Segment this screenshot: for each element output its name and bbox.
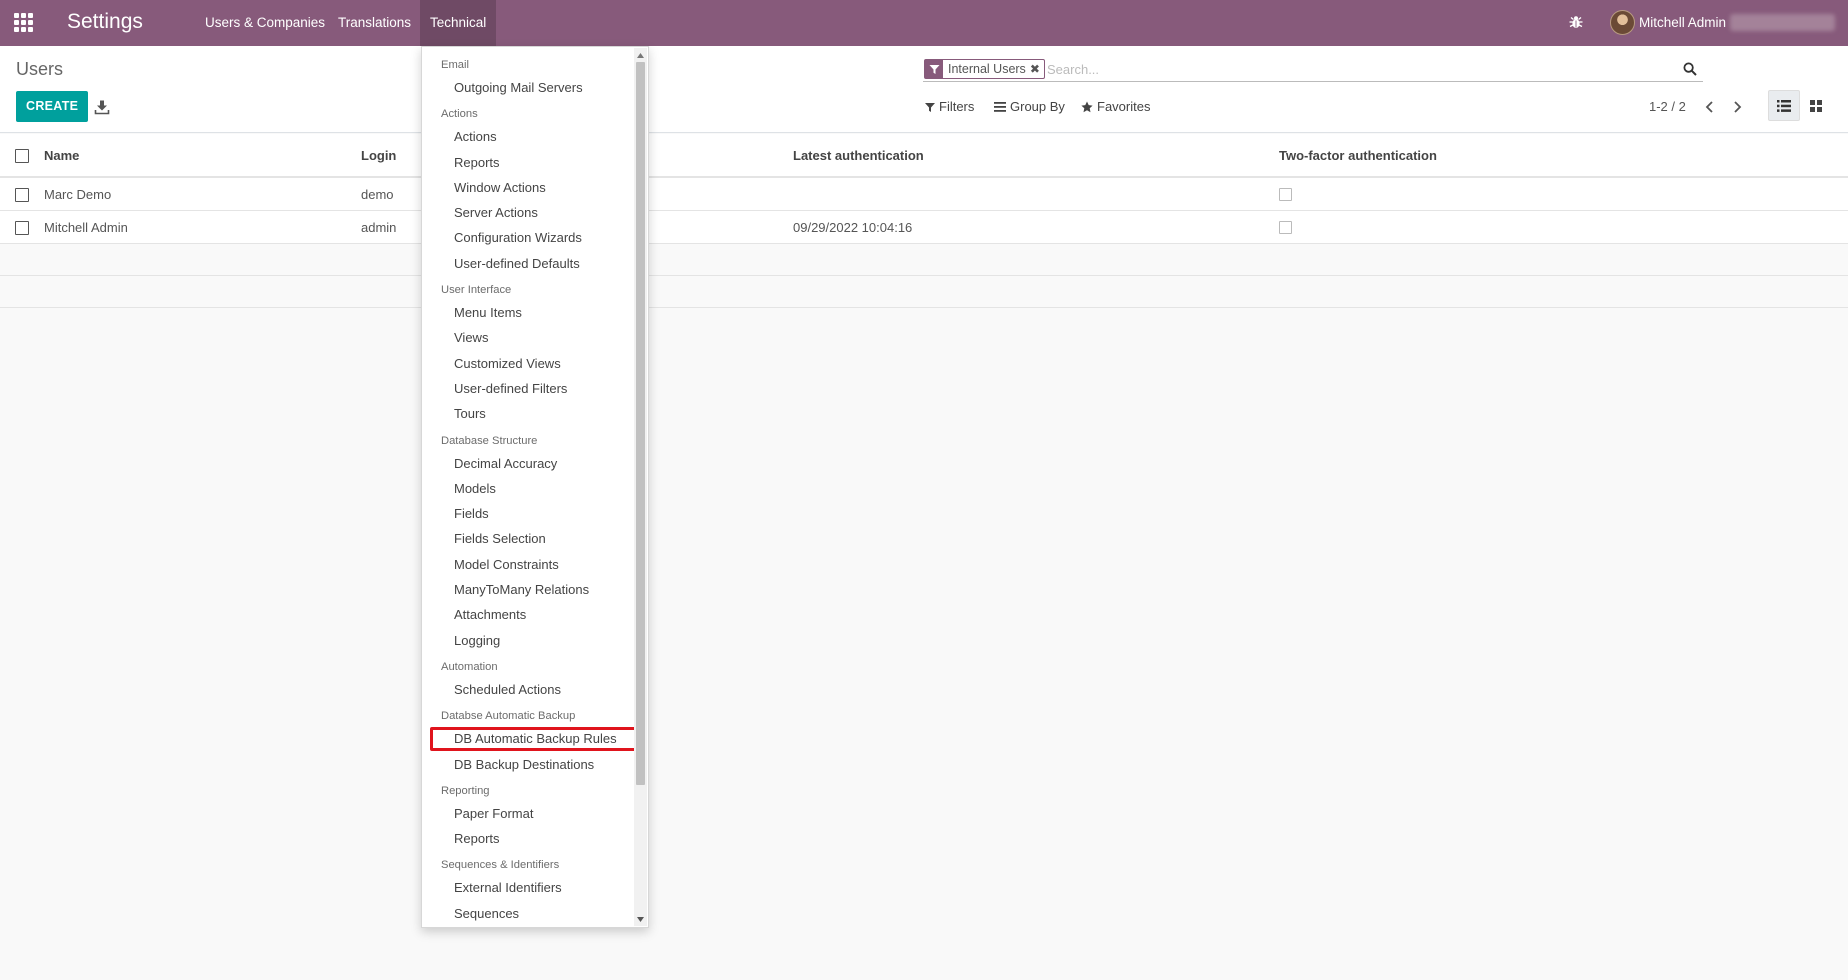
menu-item-tours[interactable]: Tours [422,401,635,426]
menu-technical[interactable]: Technical [420,0,497,46]
menu-item-views[interactable]: Views [422,325,635,350]
cell-login: admin [361,220,397,235]
menu-item-models[interactable]: Models [422,476,635,501]
list-bars-icon [994,102,1006,112]
users-list-table: Name Login Latest authentication Two-fac… [0,134,1848,308]
menu-item-user-defined-filters[interactable]: User-defined Filters [422,376,635,401]
control-panel: Users CREATE Internal Users ✖ Filters Gr… [0,46,1848,133]
app-title: Settings [67,10,143,33]
column-header-latest-auth[interactable]: Latest authentication [793,134,924,178]
menu-section-header-database-structure: Database Structure [441,434,538,447]
search-facet: Internal Users ✖ [924,59,1045,79]
select-all-checkbox[interactable] [15,149,29,163]
user-menu-name[interactable]: Mitchell Admin [1639,0,1726,46]
table-row[interactable]: Mitchell Admin admin 09/29/2022 10:04:16 [0,211,1848,244]
menu-item-paper-format[interactable]: Paper Format [422,801,635,826]
search-input[interactable] [1047,60,1647,78]
filter-funnel-icon [925,60,943,78]
menu-item-logging[interactable]: Logging [422,628,635,653]
menu-section-header-reporting: Reporting [441,784,490,797]
row-checkbox[interactable] [15,188,29,202]
menu-item-window-actions[interactable]: Window Actions [422,175,635,200]
menu-section-header-automation: Automation [441,660,498,673]
menu-item-scheduled-actions[interactable]: Scheduled Actions [422,677,635,702]
empty-row [0,244,1848,276]
filter-icon [925,102,935,112]
user-avatar[interactable] [1610,10,1635,35]
search-icon[interactable] [1683,62,1697,76]
menu-item-db-automatic-backup-rules[interactable]: DB Automatic Backup Rules [422,726,638,752]
column-header-two-factor[interactable]: Two-factor authentication [1279,134,1437,178]
empty-row [0,276,1848,308]
search-bar: Internal Users ✖ [923,58,1703,82]
star-icon [1081,101,1093,113]
cell-login: demo [361,187,394,202]
menu-users-companies[interactable]: Users & Companies [195,0,335,46]
kanban-view-icon [1810,99,1822,112]
menu-item-customized-views[interactable]: Customized Views [422,351,635,376]
row-checkbox[interactable] [15,221,29,235]
scroll-up-arrow-icon[interactable] [636,50,645,60]
group-by-label: Group By [1010,99,1065,114]
menu-item-fields[interactable]: Fields [422,501,635,526]
filters-button[interactable]: Filters [925,97,974,117]
favorites-label: Favorites [1097,99,1151,114]
redacted-database-name [1730,14,1835,31]
cell-latest-auth: 09/29/2022 10:04:16 [793,220,913,235]
apps-menu-icon[interactable] [14,13,34,33]
menu-section-header-actions: Actions [441,108,478,121]
menu-item-user-defined-defaults[interactable]: User-defined Defaults [422,251,635,276]
two-factor-checkbox [1279,221,1292,234]
menu-item-configuration-wizards[interactable]: Configuration Wizards [422,225,635,250]
debug-bug-icon[interactable] [1568,14,1584,30]
menu-translations[interactable]: Translations [328,0,421,46]
column-header-name[interactable]: Name [44,134,79,178]
cell-name: Marc Demo [44,187,112,202]
menu-item-sequences[interactable]: Sequences [422,901,635,926]
pager-value[interactable]: 1-2 / 2 [1649,97,1686,117]
table-row[interactable]: Marc Demo demo [0,178,1848,211]
menu-item-attachments[interactable]: Attachments [422,602,635,627]
menu-item-fields-selection[interactable]: Fields Selection [422,526,635,551]
menu-item-reports[interactable]: Reports [422,826,635,851]
group-by-button[interactable]: Group By [994,97,1065,117]
menu-item-actions[interactable]: Actions [422,124,635,149]
cell-name: Mitchell Admin [44,220,128,235]
two-factor-checkbox [1279,188,1292,201]
download-icon[interactable] [94,99,110,115]
pager-previous-icon[interactable] [1702,98,1718,116]
facet-label: Internal Users [948,62,1026,76]
menu-section-header-email: Email [441,59,469,71]
filters-label: Filters [939,99,975,114]
menu-section-header-sequences-and-identifiers: Sequences & Identifiers [441,859,560,872]
menu-item-db-backup-destinations[interactable]: DB Backup Destinations [422,752,635,777]
menu-item-server-actions[interactable]: Server Actions [422,200,635,225]
menu-item-outgoing-mail-servers[interactable]: Outgoing Mail Servers [422,75,635,100]
pager-next-icon[interactable] [1729,98,1745,116]
dropdown-list: Email Outgoing Mail Servers Actions Actions… [422,51,638,926]
top-navbar: Settings Users & Companies Translations … [0,0,1848,46]
menu-section-header-user-interface: User Interface [441,284,512,297]
dropdown-scrollbar-thumb[interactable] [636,62,645,785]
menu-item-menu-items[interactable]: Menu Items [422,300,635,325]
table-header: Name Login Latest authentication Two-fac… [0,134,1848,178]
list-view-icon [1777,99,1791,112]
column-header-login[interactable]: Login [361,134,396,178]
menu-item-manytomany-relations[interactable]: ManyToMany Relations [422,577,635,602]
menu-item-reports[interactable]: Reports [422,150,635,175]
scroll-down-arrow-icon[interactable] [636,914,645,924]
list-view-button[interactable] [1768,90,1800,121]
facet-remove-icon[interactable]: ✖ [1030,60,1044,78]
menu-item-model-constraints[interactable]: Model Constraints [422,552,635,577]
menu-section-header-databse-automatic-backup: Databse Automatic Backup [441,710,576,723]
breadcrumb: Users [16,59,64,79]
menu-item-external-identifiers[interactable]: External Identifiers [422,875,635,900]
create-button[interactable]: CREATE [16,91,89,122]
technical-dropdown-menu: Email Outgoing Mail Servers Actions Actions… [421,46,649,928]
favorites-button[interactable]: Favorites [1081,97,1150,117]
menu-item-decimal-accuracy[interactable]: Decimal Accuracy [422,451,635,476]
kanban-view-button[interactable] [1800,90,1832,121]
